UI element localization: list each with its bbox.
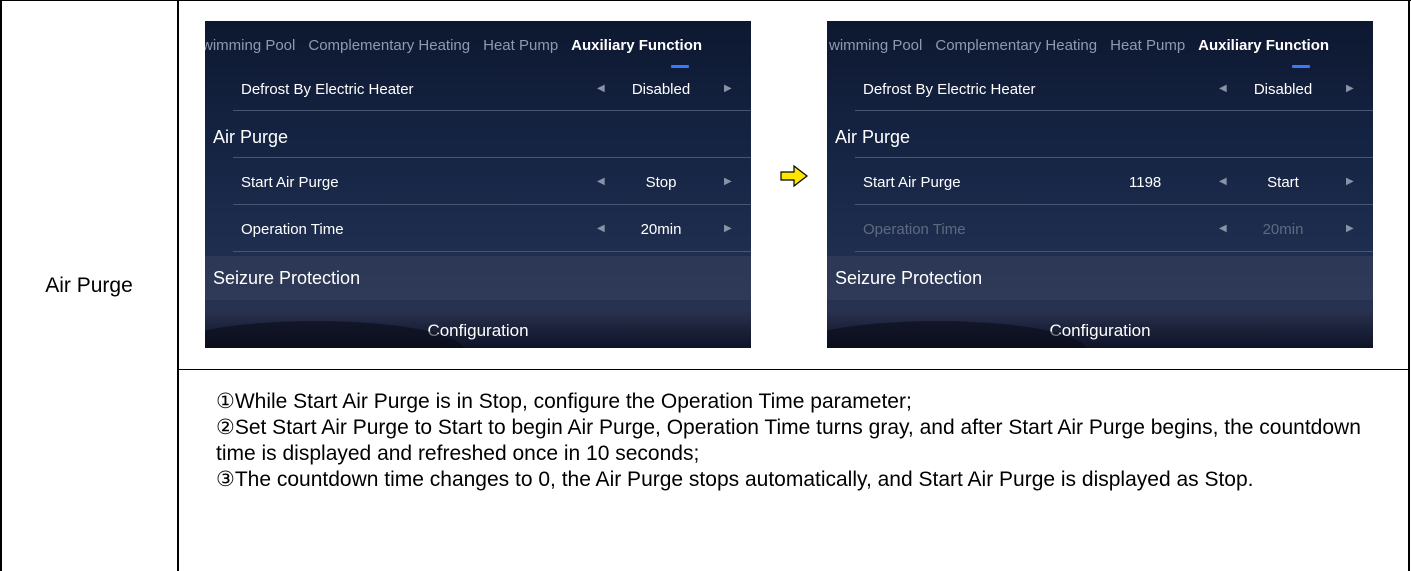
arrow-left-icon: ◀: [1219, 223, 1227, 234]
arrow-left-icon[interactable]: ◀: [597, 83, 605, 94]
description-notes: ①While Start Air Purge is in Stop, confi…: [216, 389, 1386, 493]
arrow-left-icon[interactable]: ◀: [597, 223, 605, 234]
setting-label: Start Air Purge: [241, 174, 339, 191]
setting-label: Defrost By Electric Heater: [863, 81, 1036, 98]
tab-heat-pump[interactable]: Heat Pump: [1110, 37, 1185, 54]
tab-bar: wimming Pool Complementary Heating Heat Pu…: [829, 37, 1342, 59]
tab-complementary-heating[interactable]: Complementary Heating: [308, 37, 470, 54]
tab-heat-pump[interactable]: Heat Pump: [483, 37, 558, 54]
tab-swimming-pool[interactable]: wimming Pool: [829, 37, 922, 54]
section-seizure-protection: Seizure Protection: [827, 256, 1373, 300]
row-divider: [233, 204, 751, 205]
note-item: ③The countdown time changes to 0, the Ai…: [216, 468, 1254, 491]
row-label: Air Purge: [45, 273, 133, 297]
setting-row-defrost[interactable]: Defrost By Electric Heater ◀ Disabled ▶: [827, 67, 1373, 113]
arrow-right-icon[interactable]: ▶: [724, 223, 732, 234]
setting-value: Stop: [645, 174, 677, 191]
screen-after: wimming Pool Complementary Heating Heat Pu…: [827, 21, 1373, 348]
tab-complementary-heating[interactable]: Complementary Heating: [935, 37, 1097, 54]
setting-label: Start Air Purge: [863, 174, 961, 191]
tab-auxiliary-function[interactable]: Auxiliary Function: [1198, 37, 1329, 54]
arrow-right-icon[interactable]: ▶: [1346, 83, 1354, 94]
tab-swimming-pool[interactable]: wimming Pool: [205, 37, 295, 54]
section-seizure-protection: Seizure Protection: [205, 256, 751, 300]
section-title-air-purge: Air Purge: [835, 127, 911, 147]
setting-value: Start: [1267, 174, 1299, 191]
tab-bar: wimming Pool Complementary Heating Heat Pu…: [205, 37, 715, 59]
row-divider: [855, 110, 1373, 111]
setting-row-operation-time[interactable]: Operation Time ◀ 20min ▶: [205, 207, 751, 253]
setting-label: Defrost By Electric Heater: [241, 81, 414, 98]
setting-row-defrost[interactable]: Defrost By Electric Heater ◀ Disabled ▶: [205, 67, 751, 113]
arrow-right-icon[interactable]: ▶: [724, 176, 732, 187]
row-divider: [855, 204, 1373, 205]
setting-row-start-air-purge[interactable]: Start Air Purge ◀ Stop ▶: [205, 160, 751, 206]
table-border-right: [1408, 0, 1410, 571]
setting-value: Disabled: [631, 81, 691, 98]
arrow-left-icon[interactable]: ◀: [597, 176, 605, 187]
row-divider: [855, 251, 1373, 252]
arrow-left-icon[interactable]: ◀: [1219, 176, 1227, 187]
setting-label: Operation Time: [241, 221, 344, 238]
note-item: ②Set Start Air Purge to Start to begin A…: [216, 416, 1361, 465]
spec-table: Air Purge wimming Pool Complementary Heat…: [0, 0, 1411, 571]
setting-value: 20min: [1262, 221, 1304, 238]
arrow-right-icon[interactable]: ▶: [1346, 176, 1354, 187]
setting-value: 20min: [640, 221, 682, 238]
setting-row-operation-time: Operation Time ◀ 20min ▶: [827, 207, 1373, 253]
tab-auxiliary-function[interactable]: Auxiliary Function: [571, 37, 702, 54]
section-title-seizure-protection: Seizure Protection: [213, 268, 361, 288]
table-row-divider: [177, 369, 1410, 370]
row-divider: [233, 157, 751, 158]
setting-row-start-air-purge[interactable]: Start Air Purge 1198 ◀ Start ▶: [827, 160, 1373, 206]
countdown-value: 1198: [1129, 174, 1162, 191]
row-divider: [855, 157, 1373, 158]
arrow-right-icon: ▶: [1346, 223, 1354, 234]
screen-before: wimming Pool Complementary Heating Heat Pu…: [205, 21, 751, 348]
row-divider: [233, 110, 751, 111]
note-item: ①While Start Air Purge is in Stop, confi…: [216, 390, 912, 413]
table-border-top: [0, 0, 1411, 1]
arrow-left-icon[interactable]: ◀: [1219, 83, 1227, 94]
setting-label: Operation Time: [863, 221, 966, 238]
row-divider: [233, 251, 751, 252]
setting-value: Disabled: [1253, 81, 1313, 98]
section-title-seizure-protection: Seizure Protection: [835, 268, 983, 288]
transition-arrow-icon: [780, 164, 808, 188]
section-title-air-purge: Air Purge: [213, 127, 289, 147]
arrow-right-icon[interactable]: ▶: [724, 83, 732, 94]
